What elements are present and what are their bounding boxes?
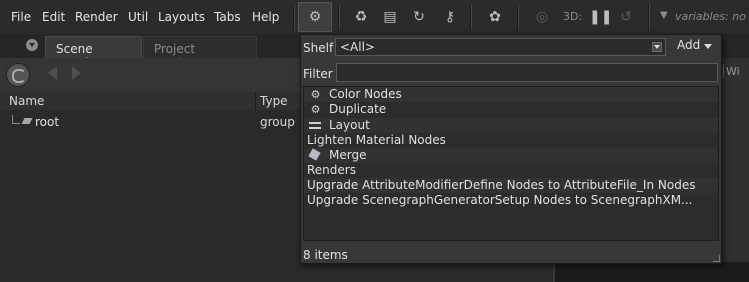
toolbar-divider — [648, 4, 650, 30]
tab-menu-icon[interactable] — [26, 39, 38, 51]
shelf-select-value: <All> — [340, 40, 375, 54]
filter-label: Filter — [303, 67, 333, 81]
tab-scene-graph[interactable]: Scene Graph — [45, 36, 142, 70]
column-divider[interactable] — [255, 92, 256, 110]
menu-tabs[interactable]: Tabs — [214, 10, 241, 24]
add-button-label: Add — [677, 38, 701, 52]
layout-icon — [309, 122, 321, 129]
toolbar-divider — [470, 4, 472, 30]
spiral-icon[interactable]: ◎ — [533, 8, 551, 26]
shelf-item-renders[interactable]: Renders — [304, 163, 718, 178]
cube-icon — [308, 148, 321, 161]
shelf-item-label: Lighten Material Nodes — [307, 133, 446, 147]
chevron-down-icon[interactable] — [652, 42, 662, 52]
item-count: 8 items — [303, 248, 348, 262]
shelf-item-color-nodes[interactable]: ⚙ Color Nodes — [304, 87, 718, 102]
recycle-icon[interactable]: ♻ — [352, 8, 370, 26]
shelf-item-label: Duplicate — [329, 102, 387, 116]
shelf-item-label: Color Nodes — [329, 87, 402, 101]
shelf-item-list: ⚙ Color Nodes ⚙ Duplicate Layout Lighten… — [303, 86, 719, 241]
menu-render[interactable]: Render — [75, 10, 118, 24]
menu-util[interactable]: Util — [128, 10, 148, 24]
variables-dropdown-icon[interactable]: ▼ — [660, 10, 668, 21]
column-header-name[interactable]: Name — [9, 94, 44, 108]
shelf-popup: Shelf <All> Add Filter ⚙ Color Nodes ⚙ D… — [300, 34, 722, 264]
shelf-item-duplicate[interactable]: ⚙ Duplicate — [304, 102, 718, 117]
shelf-item-layout[interactable]: Layout — [304, 118, 718, 133]
tab-project-settings[interactable]: Project Settings — [143, 36, 257, 70]
menubar-divider — [293, 4, 295, 30]
pause-icon[interactable]: ❚❚ — [589, 8, 612, 26]
right-pane-footer — [555, 262, 749, 282]
refresh-icon[interactable]: ↻ — [410, 8, 428, 26]
variables-label[interactable]: variables: no — [675, 10, 746, 23]
shelf-item-label: Merge — [329, 148, 367, 162]
location-icon — [21, 118, 33, 124]
gear-icon[interactable]: ⚙ — [306, 8, 324, 26]
menubar: File Edit Render Util Layouts Tabs Help … — [0, 0, 749, 34]
katana-logo-icon[interactable] — [6, 63, 30, 87]
shelf-item-label: Upgrade AttributeModifierDefine Nodes to… — [307, 178, 696, 192]
shelf-item-upgrade-scenegraph-generator[interactable]: Upgrade ScenegraphGeneratorSetup Nodes t… — [304, 193, 718, 208]
resize-grip-icon[interactable] — [713, 255, 720, 262]
filter-input[interactable] — [336, 63, 718, 82]
shelf-select[interactable]: <All> — [335, 38, 666, 56]
back-arrow-icon[interactable] — [48, 66, 57, 80]
shelf-item-merge[interactable]: Merge — [304, 148, 718, 163]
right-pane-label: Wi — [726, 65, 740, 78]
shelf-item-upgrade-attribute-modifier[interactable]: Upgrade AttributeModifierDefine Nodes to… — [304, 178, 718, 193]
add-dropdown-icon — [704, 44, 712, 49]
menu-file[interactable]: File — [11, 10, 31, 24]
gear-icon: ⚙ — [310, 88, 321, 101]
right-pane-divider — [723, 64, 724, 78]
clapper-icon[interactable]: ▤ — [381, 8, 399, 26]
shelf-item-label: Upgrade ScenegraphGeneratorSetup Nodes t… — [307, 193, 693, 207]
tree-branch-line — [12, 115, 20, 124]
toolbar-divider — [517, 4, 519, 30]
menu-layouts[interactable]: Layouts — [158, 10, 205, 24]
menu-edit[interactable]: Edit — [42, 10, 65, 24]
forward-arrow-icon[interactable] — [72, 66, 81, 80]
undo-icon[interactable]: ↺ — [617, 8, 635, 26]
shelf-item-lighten-material-nodes[interactable]: Lighten Material Nodes — [304, 133, 718, 148]
tree-row-type: group — [260, 115, 295, 129]
label-3d: 3D: — [563, 10, 583, 23]
shelf-item-label: Layout — [329, 118, 370, 132]
tree-row-name[interactable]: root — [35, 115, 59, 129]
render-icon[interactable]: ✿ — [486, 8, 504, 26]
toolbar-divider — [338, 4, 340, 30]
add-button[interactable]: Add — [669, 38, 717, 56]
column-header-type[interactable]: Type — [260, 94, 288, 108]
gear-icon: ⚙ — [310, 103, 321, 116]
key-icon[interactable]: ⚷ — [441, 8, 459, 26]
menu-help[interactable]: Help — [252, 10, 279, 24]
shelf-item-label: Renders — [307, 163, 356, 177]
shelf-label: Shelf — [303, 41, 334, 55]
